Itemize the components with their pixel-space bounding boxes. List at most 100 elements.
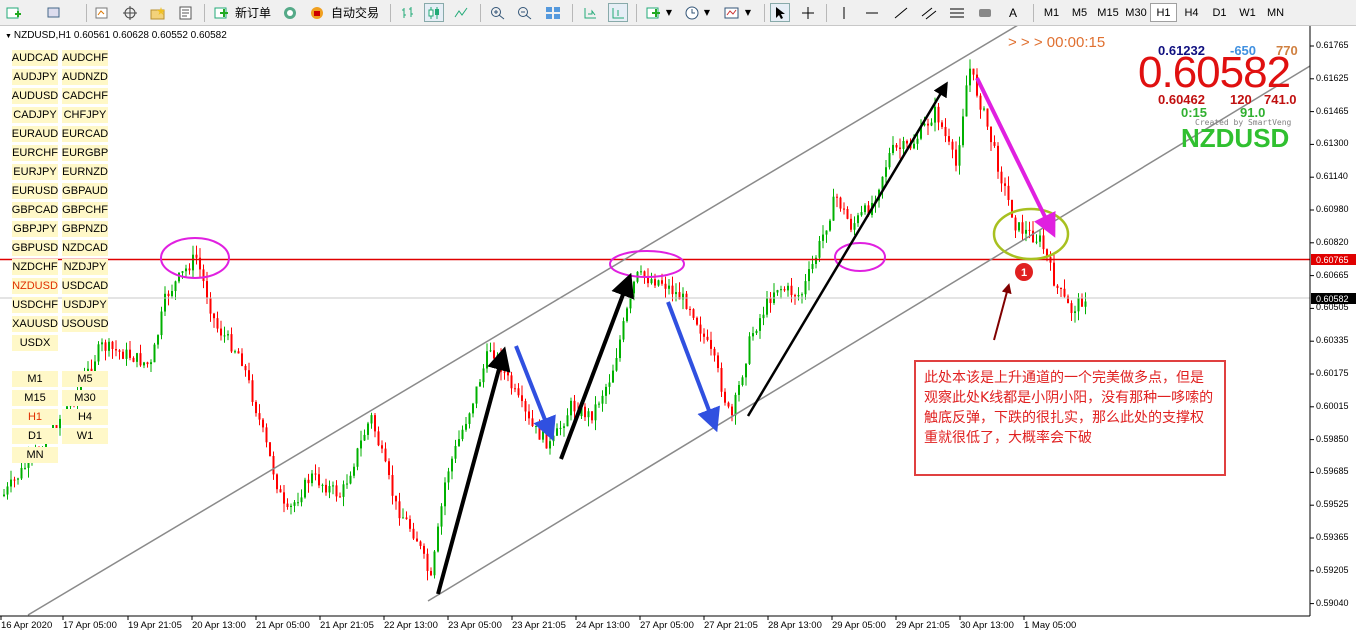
- symbol-button-eurchf[interactable]: EURCHF: [12, 145, 58, 161]
- toolbar-separator: [764, 4, 765, 22]
- symbol-button-eurcad[interactable]: EURCAD: [62, 126, 108, 142]
- symbol-button-usdchf[interactable]: USDCHF: [12, 297, 58, 313]
- zoom-out-icon[interactable]: [515, 3, 535, 22]
- symbol-button-eurgbp[interactable]: EURGBP: [62, 145, 108, 161]
- candle-body: [972, 68, 975, 75]
- symbol-button-usousd[interactable]: USOUSD: [61, 316, 109, 332]
- auto-scroll-icon[interactable]: [580, 3, 600, 22]
- symbol-button-nzdjpy[interactable]: NZDJPY: [62, 259, 108, 275]
- timeframe-m5[interactable]: M5: [1066, 3, 1093, 22]
- equidistant-channel-icon[interactable]: [919, 3, 939, 22]
- candle-body: [1039, 235, 1041, 242]
- chart-window[interactable]: 1 ▼ NZDUSD,H1 0.60561 0.60628 0.60552 0.…: [0, 26, 1356, 641]
- chevron-down-icon[interactable]: ▼: [702, 3, 712, 22]
- vertical-line-icon[interactable]: [834, 3, 854, 22]
- signals-icon[interactable]: [280, 3, 300, 22]
- text-tool-button[interactable]: A: [1003, 3, 1023, 22]
- candle-body: [395, 495, 397, 502]
- symbol-button-xauusd[interactable]: XAUUSD: [12, 316, 58, 332]
- symbol-button-audcad[interactable]: AUDCAD: [12, 50, 58, 66]
- profiles-icon[interactable]: [44, 3, 64, 22]
- tf-button-m1[interactable]: M1: [12, 371, 58, 387]
- symbol-button-nzdusd[interactable]: NZDUSD: [12, 278, 58, 294]
- timeframe-h4[interactable]: H4: [1178, 3, 1205, 22]
- chart-shift-icon[interactable]: [608, 3, 628, 22]
- y-axis-label: 0.59850: [1316, 433, 1349, 444]
- candle-body: [724, 391, 726, 403]
- timeframe-h1[interactable]: H1: [1150, 3, 1177, 22]
- candlestick-chart-icon[interactable]: [424, 3, 444, 22]
- line-chart-icon[interactable]: [451, 3, 471, 22]
- symbol-button-gbpcad[interactable]: GBPCAD: [12, 202, 58, 218]
- symbol-button-eurjpy[interactable]: EURJPY: [12, 164, 58, 180]
- symbol-button-gbpusd[interactable]: GBPUSD: [12, 240, 58, 256]
- y-axis-label: 0.61300: [1316, 138, 1349, 149]
- templates-icon[interactable]: [722, 3, 742, 22]
- symbol-button-usdx[interactable]: USDX: [12, 335, 58, 351]
- tf-button-m30[interactable]: M30: [62, 390, 108, 406]
- market-watch-icon[interactable]: [92, 3, 112, 22]
- fibonacci-icon[interactable]: [947, 3, 967, 22]
- new-order-button[interactable]: 新订单: [232, 3, 274, 22]
- symbol-button-gbpaud[interactable]: GBPAUD: [62, 183, 108, 199]
- folder-star-icon[interactable]: [148, 3, 168, 22]
- symbol-button-audusd[interactable]: AUDUSD: [12, 88, 58, 104]
- timeframe-m1[interactable]: M1: [1038, 3, 1065, 22]
- candle-body: [349, 475, 352, 484]
- tf-button-m15[interactable]: M15: [12, 390, 58, 406]
- tf-button-mn[interactable]: MN: [12, 447, 58, 463]
- symbol-button-usdjpy[interactable]: USDJPY: [62, 297, 108, 313]
- symbol-button-usdcad[interactable]: USDCAD: [62, 278, 108, 294]
- symbol-button-audnzd[interactable]: AUDNZD: [62, 69, 108, 85]
- tf-button-m5[interactable]: M5: [62, 371, 108, 387]
- tf-button-d1[interactable]: D1: [12, 428, 58, 444]
- timeframe-m15[interactable]: M15: [1093, 3, 1123, 22]
- symbol-button-audjpy[interactable]: AUDJPY: [12, 69, 58, 85]
- symbol-button-euraud[interactable]: EURAUD: [12, 126, 58, 142]
- tf-button-h1[interactable]: H1: [12, 409, 58, 425]
- price-chart-canvas[interactable]: 1: [0, 26, 1356, 641]
- candle-body: [664, 283, 667, 289]
- symbol-button-nzdcad[interactable]: NZDCAD: [62, 240, 108, 256]
- crosshair-navigator-icon[interactable]: [120, 3, 140, 22]
- new-chart-icon[interactable]: [4, 3, 24, 22]
- new-order-icon[interactable]: [212, 3, 232, 22]
- symbol-button-eurnzd[interactable]: EURNZD: [62, 164, 108, 180]
- symbol-button-gbpjpy[interactable]: GBPJPY: [12, 221, 58, 237]
- rectangle-label-icon[interactable]: [975, 3, 995, 22]
- tile-windows-icon[interactable]: [543, 3, 563, 22]
- terminal-icon[interactable]: [176, 3, 196, 22]
- bar-chart-icon[interactable]: [398, 3, 418, 22]
- tf-button-h4[interactable]: H4: [62, 409, 108, 425]
- symbol-button-nzdchf[interactable]: NZDCHF: [12, 259, 58, 275]
- candle-body: [360, 440, 362, 449]
- tf-button-w1[interactable]: W1: [62, 428, 108, 444]
- symbol-button-gbpnzd[interactable]: GBPNZD: [62, 221, 108, 237]
- timeframe-m30[interactable]: M30: [1121, 3, 1151, 22]
- crosshair-icon[interactable]: [798, 3, 818, 22]
- symbol-button-audchf[interactable]: AUDCHF: [62, 50, 108, 66]
- chevron-down-icon[interactable]: ▼: [664, 3, 674, 22]
- symbol-button-chfjpy[interactable]: CHFJPY: [62, 107, 108, 123]
- zoom-in-icon[interactable]: [488, 3, 508, 22]
- candle-body: [269, 442, 271, 457]
- trendline-icon[interactable]: [891, 3, 911, 22]
- chevron-down-icon[interactable]: ▼: [743, 3, 753, 22]
- timeframe-mn[interactable]: MN: [1262, 3, 1289, 22]
- candle-body: [279, 489, 282, 493]
- periods-clock-icon[interactable]: [682, 3, 702, 22]
- cursor-arrow-icon[interactable]: [770, 3, 790, 22]
- auto-trading-icon[interactable]: [307, 3, 327, 22]
- timeframe-w1[interactable]: W1: [1234, 3, 1261, 22]
- timeframe-d1[interactable]: D1: [1206, 3, 1233, 22]
- symbol-button-gbpchf[interactable]: GBPCHF: [62, 202, 108, 218]
- candle-body: [566, 415, 569, 427]
- candle-body: [612, 370, 614, 383]
- indicators-icon[interactable]: [644, 3, 664, 22]
- symbol-button-cadchf[interactable]: CADCHF: [62, 88, 108, 104]
- symbol-button-cadjpy[interactable]: CADJPY: [12, 107, 58, 123]
- auto-trading-button[interactable]: 自动交易: [327, 3, 383, 22]
- chart-dropdown-icon[interactable]: ▼: [5, 33, 14, 40]
- horizontal-line-icon[interactable]: [862, 3, 882, 22]
- symbol-button-eurusd[interactable]: EURUSD: [12, 183, 58, 199]
